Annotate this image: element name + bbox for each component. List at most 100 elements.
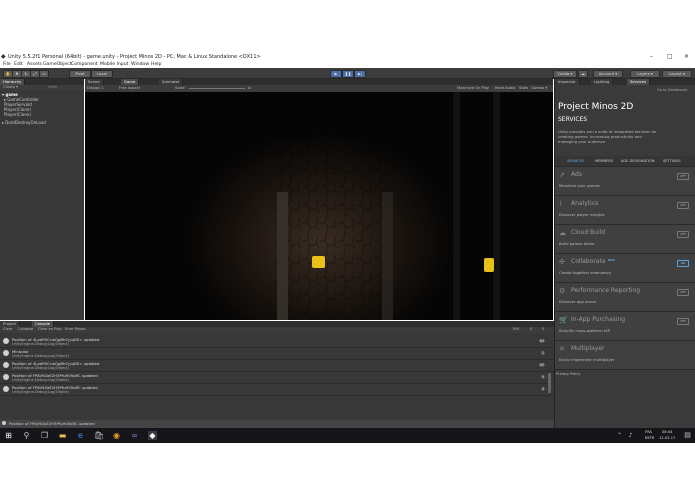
performance-toggle[interactable]: OFF: [677, 289, 689, 296]
clear-on-play-toggle[interactable]: Clear on Play: [38, 327, 62, 331]
iap-toggle[interactable]: OFF: [677, 318, 689, 325]
aspect-dropdown[interactable]: Free Aspect: [119, 86, 140, 90]
cloud-build-toggle[interactable]: OFF: [677, 231, 689, 238]
firefox-icon[interactable]: ◉: [112, 431, 121, 440]
display-dropdown[interactable]: Display 1: [87, 86, 104, 90]
menu-edit[interactable]: Edit: [14, 62, 23, 67]
close-button[interactable]: ✕: [684, 53, 689, 60]
tab-services[interactable]: Services: [627, 79, 651, 85]
console-row[interactable]: Position of 4LpdR5CcwQgRhCjyqDE= updated…: [0, 360, 555, 372]
error-pause-toggle[interactable]: Error Pause: [65, 327, 85, 331]
play-button[interactable]: ▶: [330, 70, 342, 78]
console-row[interactable]: Position of FPAV9ZaE2H3PfuH05oRC updated…: [0, 372, 555, 384]
privacy-policy-link[interactable]: Privacy Policy: [556, 372, 581, 376]
multiplayer-icon: ✕: [559, 345, 565, 353]
notifications-icon[interactable]: ▤: [683, 431, 692, 440]
volume-icon[interactable]: ♪: [626, 431, 635, 440]
gizmos-dropdown[interactable]: Gizmos ▾: [531, 86, 547, 90]
console-scrollbar[interactable]: [548, 373, 551, 393]
console-row[interactable]: Position of 4LpdR5CcwQgRhCjyqDE= updated…: [0, 336, 555, 348]
player-sprite: [312, 256, 325, 268]
windows-start-icon[interactable]: ⊞: [4, 431, 13, 440]
keyboard-layout[interactable]: BEFR: [645, 436, 654, 440]
status-message[interactable]: Position of FPAV9ZaE2H3PfuH05oRC updated: [9, 421, 95, 426]
nav-age-designation[interactable]: AGE DESIGNATION: [621, 159, 654, 163]
maximize-on-play-toggle[interactable]: Maximize On Play: [457, 86, 489, 90]
services-heading: SERVICES: [558, 116, 588, 123]
layout-dropdown[interactable]: Layout ▾: [662, 70, 692, 78]
menu-help[interactable]: Help: [151, 62, 161, 67]
file-explorer-icon[interactable]: ▬: [58, 431, 67, 440]
menu-component[interactable]: Component: [71, 62, 98, 67]
tab-inspector[interactable]: Inspector: [555, 79, 580, 85]
collapse-count: 65: [538, 363, 545, 367]
nav-settings[interactable]: SETTINGS: [663, 159, 681, 163]
scale-slider[interactable]: [189, 88, 245, 89]
store-icon[interactable]: 🛍: [94, 431, 104, 440]
rect-tool-button[interactable]: ▭: [39, 70, 49, 78]
service-ads[interactable]: ↗ Ads Monetize your games OFF: [555, 167, 695, 196]
services-description: Unity provides you a suite of integrated…: [558, 129, 657, 144]
clock-date[interactable]: 12-03-17: [659, 436, 675, 440]
console-row[interactable]: Minautor UnityEngine.Debug:Log(Object) 1: [0, 348, 555, 360]
menu-assets[interactable]: Assets: [27, 62, 42, 67]
pivot-toggle[interactable]: Pivot: [69, 70, 91, 78]
game-view[interactable]: [85, 92, 553, 320]
local-toggle[interactable]: Local: [91, 70, 113, 78]
menu-mobile-input[interactable]: Mobile Input: [100, 62, 128, 67]
scale-label: Scale: [175, 86, 185, 90]
layers-dropdown[interactable]: Layers ▾: [630, 70, 660, 78]
ads-toggle[interactable]: OFF: [677, 173, 689, 180]
clock-time[interactable]: 08:44: [662, 430, 672, 434]
network-icon[interactable]: ⌃: [615, 431, 624, 440]
console-row[interactable]: Position of FPAV9ZaE2H3PfuH05oRC updated…: [0, 384, 555, 396]
analytics-toggle[interactable]: OFF: [677, 202, 689, 209]
inspector-tabrow: Inspector Lighting Services: [555, 79, 695, 85]
step-button[interactable]: ▶|: [354, 70, 366, 78]
minimize-button[interactable]: –: [650, 53, 653, 60]
nav-services[interactable]: SERVICES: [567, 159, 584, 163]
hierarchy-item-player-clone[interactable]: Player(Clone): [4, 112, 31, 117]
service-multiplayer[interactable]: ✕ Multiplayer Easily implement multiplay…: [555, 341, 695, 370]
service-collaborate[interactable]: ✣ Collaborate BETA Create together seaml…: [555, 254, 695, 283]
title-bar: ◆ Unity 5.5.2f1 Personal (64bit) - game.…: [0, 52, 695, 61]
hierarchy-search-input[interactable]: Q▾All: [48, 85, 57, 89]
mute-audio-toggle[interactable]: Mute Audio: [495, 86, 515, 90]
wall-column: [382, 192, 393, 320]
error-count[interactable]: 0: [542, 327, 544, 331]
collaborate-toggle[interactable]: ON: [677, 260, 689, 267]
create-dropdown[interactable]: Create ▾: [3, 85, 18, 89]
info-icon: [3, 338, 9, 344]
info-icon: [3, 386, 9, 392]
pause-button[interactable]: ❚❚: [342, 70, 354, 78]
service-in-app-purchasing[interactable]: 🛒 In-App Purchasing Simplify cross-platf…: [555, 312, 695, 341]
menu-window[interactable]: Window: [131, 62, 149, 67]
service-cloud-build[interactable]: ☁ Cloud Build Build games faster OFF: [555, 225, 695, 254]
game-render: [85, 92, 553, 320]
language-indicator[interactable]: FRA: [645, 430, 652, 434]
menu-gameobject[interactable]: GameObject: [43, 62, 72, 67]
log-count[interactable]: 199: [512, 327, 519, 331]
visual-studio-icon[interactable]: ∞: [130, 431, 139, 440]
stats-toggle[interactable]: Stats: [519, 86, 528, 90]
hierarchy-item-dontdestroyonload[interactable]: ▸ DontDestroyOnLoad: [2, 120, 46, 125]
collab-dropdown[interactable]: Collab ▾: [553, 70, 577, 78]
tab-lighting[interactable]: Lighting: [591, 79, 614, 85]
search-icon[interactable]: ⚲: [22, 431, 31, 440]
cloud-icon[interactable]: ☁: [578, 70, 588, 78]
task-view-icon[interactable]: ❐: [40, 431, 49, 440]
unity-taskbar-icon[interactable]: ◆: [148, 431, 157, 440]
collapse-count: 5: [540, 375, 545, 379]
collapse-toggle[interactable]: Collapse: [18, 327, 33, 331]
edge-icon[interactable]: e: [76, 431, 85, 440]
warning-count[interactable]: 0: [530, 327, 532, 331]
nav-members[interactable]: MEMBERS: [595, 159, 613, 163]
info-icon: [3, 362, 9, 368]
service-performance-reporting[interactable]: ⚙ Performance Reporting Discover app err…: [555, 283, 695, 312]
go-to-dashboard-link[interactable]: Go to Dashboard: [657, 88, 687, 92]
account-dropdown[interactable]: Account ▾: [593, 70, 623, 78]
service-analytics[interactable]: ⌇ Analytics Discover player insights OFF: [555, 196, 695, 225]
maximize-button[interactable]: □: [667, 53, 673, 60]
clear-button[interactable]: Clear: [3, 327, 12, 331]
menu-file[interactable]: File: [3, 62, 11, 67]
